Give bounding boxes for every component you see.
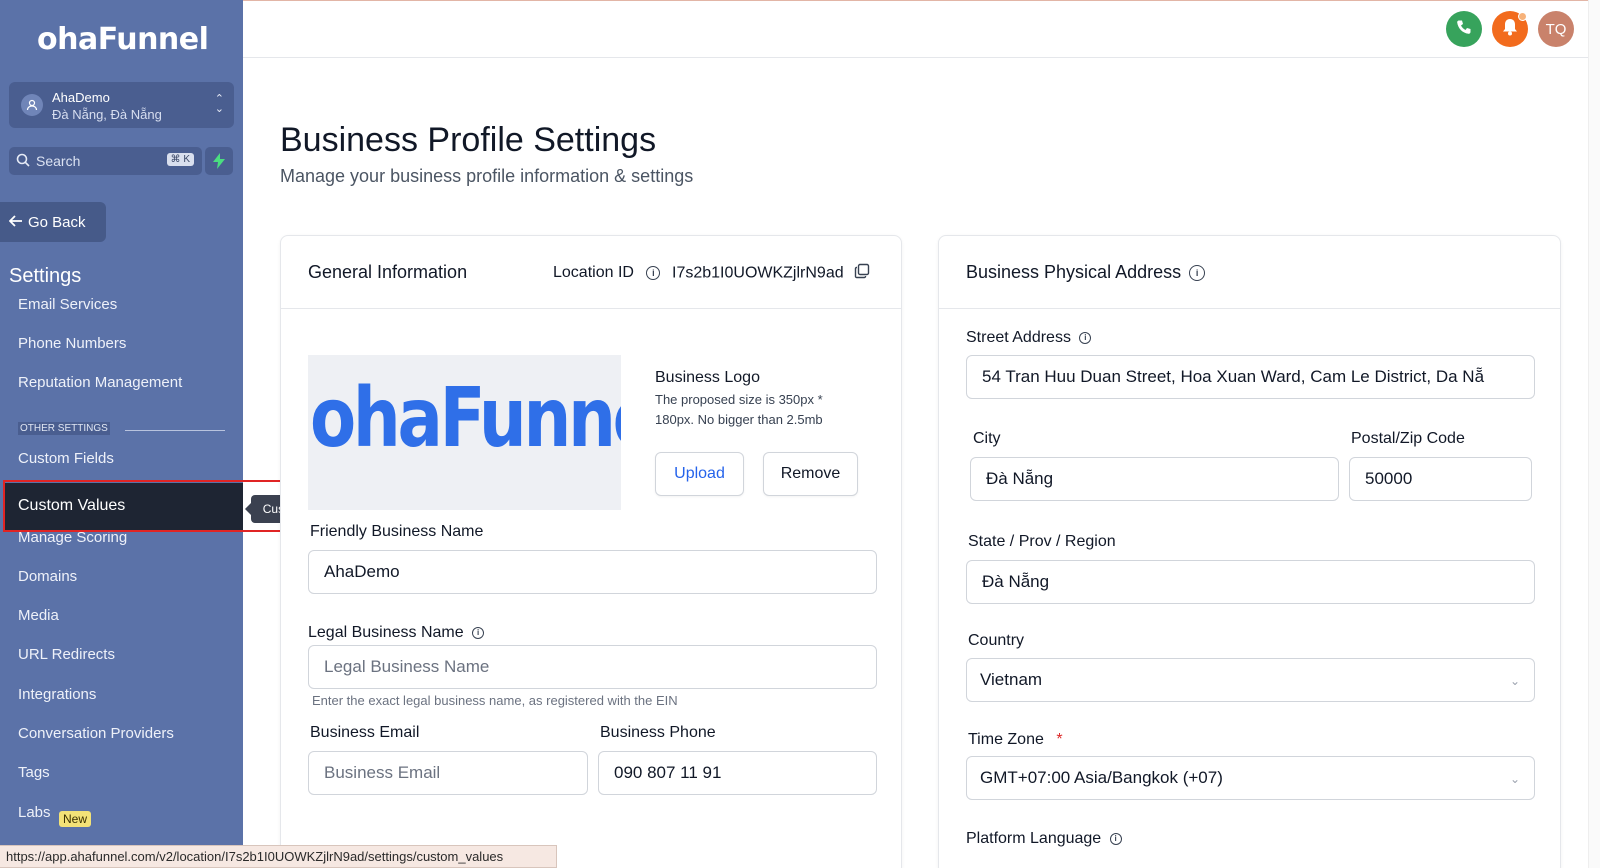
- zip-label: Postal/Zip Code: [1351, 430, 1465, 447]
- state-input[interactable]: Đà Nẵng: [966, 560, 1535, 604]
- status-bar-url: https://app.ahafunnel.com/v2/location/I7…: [0, 845, 557, 868]
- sidebar-item-media[interactable]: Media: [18, 607, 59, 624]
- location-name: AhaDemo: [52, 90, 110, 105]
- search-shortcut: ⌘ K: [166, 153, 194, 166]
- platform-language-text: Platform Language: [966, 830, 1102, 847]
- business-phone-label: Business Phone: [600, 724, 716, 741]
- user-location-icon: [21, 94, 43, 116]
- sidebar-item-reputation-management[interactable]: Reputation Management: [18, 374, 182, 391]
- sidebar-item-conversation-providers[interactable]: Conversation Providers: [18, 725, 174, 742]
- location-id-label: Location ID i: [553, 264, 661, 282]
- friendly-name-label: Friendly Business Name: [310, 523, 484, 540]
- sidebar-item-email-services[interactable]: Email Services: [18, 296, 117, 313]
- country-select[interactable]: Vietnam ⌄: [966, 658, 1535, 702]
- location-region: Đà Nẵng, Đà Nẵng: [52, 107, 162, 122]
- platform-language-label: Platform Language i: [966, 830, 1122, 848]
- zip-input[interactable]: 50000: [1349, 457, 1532, 501]
- go-back-label: Go Back: [28, 213, 86, 231]
- country-value: Vietnam: [980, 670, 1043, 689]
- chevron-updown-icon: ⌃ ⌄: [214, 93, 224, 115]
- legal-name-label: Legal Business Name i: [308, 624, 485, 642]
- info-icon[interactable]: i: [1079, 331, 1092, 344]
- page-title: Business Profile Settings: [280, 121, 657, 159]
- sidebar-item-phone-numbers[interactable]: Phone Numbers: [18, 335, 126, 352]
- sidebar-item-integrations[interactable]: Integrations: [18, 686, 96, 703]
- avatar[interactable]: TQ: [1538, 11, 1574, 47]
- business-logo-label: Business Logo: [655, 369, 760, 386]
- business-phone-input[interactable]: 090 807 11 91: [598, 751, 877, 795]
- new-badge: New: [59, 811, 92, 827]
- location-switcher[interactable]: AhaDemo Đà Nẵng, Đà Nẵng ⌃ ⌄: [9, 82, 234, 128]
- timezone-value: GMT+07:00 Asia/Bangkok (+07): [980, 768, 1223, 787]
- notification-dot: [1518, 12, 1527, 21]
- search-input[interactable]: Search ⌘ K: [9, 147, 202, 175]
- card-header: Business Physical Address i: [939, 236, 1560, 309]
- business-email-label: Business Email: [310, 724, 420, 741]
- street-address-text: Street Address: [966, 329, 1071, 346]
- bolt-icon[interactable]: [205, 147, 233, 175]
- sidebar-item-domains[interactable]: Domains: [18, 568, 77, 585]
- info-icon[interactable]: i: [472, 626, 485, 639]
- card-title: General Information: [308, 262, 468, 282]
- go-back-button[interactable]: Go Back: [0, 202, 106, 242]
- info-icon[interactable]: i: [646, 265, 661, 280]
- sidebar-item-url-redirects[interactable]: URL Redirects: [18, 646, 115, 663]
- location-id-value: I7s2b1I0UOWKZjlrN9ad: [672, 263, 870, 284]
- address-title-text: Business Physical Address: [966, 262, 1182, 282]
- legal-name-text: Legal Business Name: [308, 624, 464, 641]
- settings-title: Settings: [9, 265, 82, 287]
- street-address-input[interactable]: 54 Tran Huu Duan Street, Hoa Xuan Ward, …: [966, 355, 1535, 399]
- general-information-card: General Information Location ID i I7s2b1…: [280, 235, 902, 868]
- sidebar-item-tags[interactable]: Tags: [18, 764, 50, 781]
- card-title: Business Physical Address i: [966, 262, 1206, 283]
- top-bar: TQ: [243, 0, 1600, 58]
- remove-button[interactable]: Remove: [763, 452, 858, 496]
- timezone-label: Time Zone *: [968, 731, 1063, 749]
- business-logo-note: The proposed size is 350px * 180px. No b…: [655, 392, 823, 427]
- business-email-input[interactable]: Business Email: [308, 751, 588, 795]
- business-address-card: Business Physical Address i Street Addre…: [938, 235, 1561, 868]
- timezone-text: Time Zone: [968, 731, 1044, 748]
- friendly-name-input[interactable]: AhaDemo: [308, 550, 877, 594]
- phone-icon: [1456, 19, 1472, 39]
- logo-preview-text: ohaFunnel: [310, 371, 621, 466]
- legal-name-input[interactable]: Legal Business Name: [308, 645, 877, 689]
- notifications-button[interactable]: [1492, 11, 1528, 47]
- sidebar: ohaFunnel AhaDemo Đà Nẵng, Đà Nẵng ⌃ ⌄ Se…: [0, 0, 243, 868]
- search-icon: [16, 153, 30, 172]
- sidebar-item-labs[interactable]: Labs: [18, 804, 51, 821]
- brand-logo[interactable]: ohaFunnel: [37, 22, 209, 57]
- state-label: State / Prov / Region: [968, 533, 1116, 550]
- arrow-left-icon: [8, 214, 23, 231]
- country-label: Country: [968, 632, 1025, 649]
- chevron-down-icon: ⌄: [1509, 674, 1520, 688]
- location-id-text: Location ID: [553, 264, 634, 281]
- scrollbar[interactable]: [1588, 0, 1600, 868]
- legal-name-hint: Enter the exact legal business name, as …: [312, 693, 678, 708]
- city-label: City: [973, 430, 1001, 447]
- city-input[interactable]: Đà Nẵng: [970, 457, 1339, 501]
- page-subtitle: Manage your business profile information…: [280, 166, 694, 186]
- other-settings-label: OTHER SETTINGS: [18, 422, 110, 435]
- timezone-select[interactable]: GMT+07:00 Asia/Bangkok (+07) ⌄: [966, 756, 1535, 800]
- location-id-string: I7s2b1I0UOWKZjlrN9ad: [672, 264, 844, 282]
- info-icon[interactable]: i: [1189, 265, 1206, 282]
- card-header: General Information Location ID i I7s2b1…: [281, 236, 901, 309]
- sidebar-item-custom-fields[interactable]: Custom Fields: [18, 450, 114, 467]
- info-icon[interactable]: i: [1109, 832, 1122, 845]
- phone-button[interactable]: [1446, 11, 1482, 47]
- copy-icon[interactable]: [854, 263, 870, 284]
- street-address-label: Street Address i: [966, 329, 1092, 347]
- upload-button[interactable]: Upload: [655, 452, 744, 496]
- search-placeholder: Search: [36, 153, 81, 169]
- chevron-down-icon: ⌄: [1509, 772, 1520, 786]
- business-logo-preview: ohaFunnel: [308, 355, 621, 510]
- required-marker: *: [1056, 731, 1063, 748]
- divider: [125, 430, 225, 431]
- bell-icon: [1502, 18, 1518, 40]
